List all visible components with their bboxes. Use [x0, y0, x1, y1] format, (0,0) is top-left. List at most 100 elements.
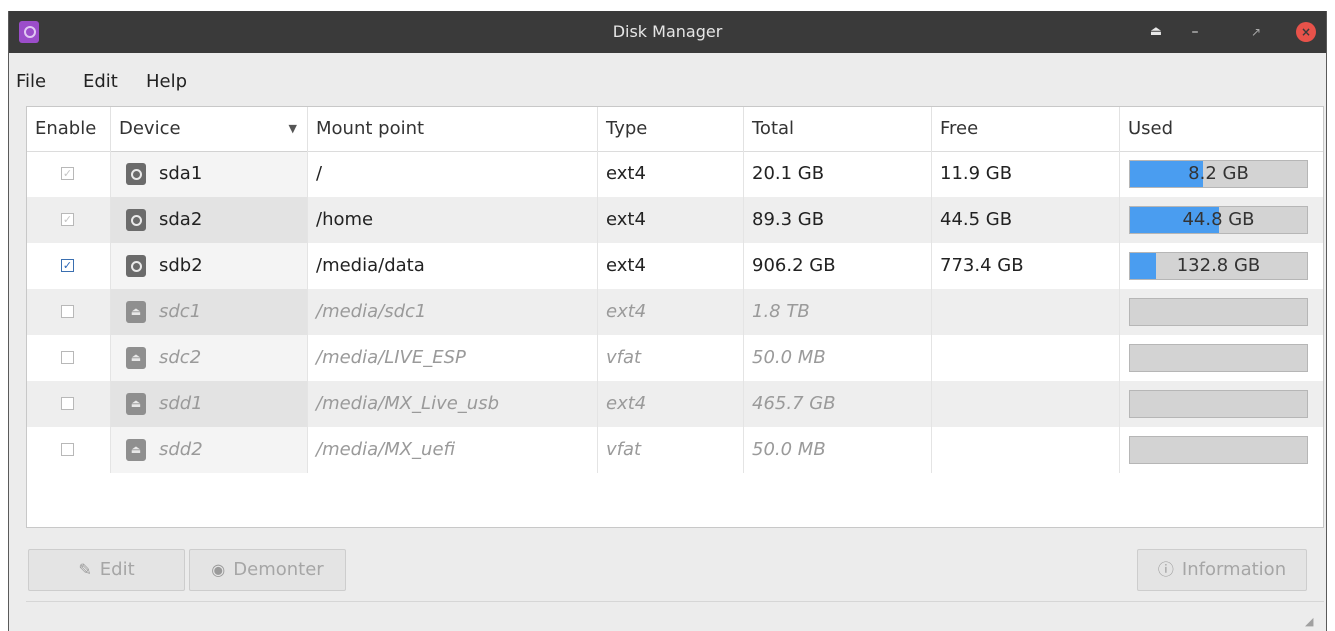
column-header-total[interactable]: Total — [744, 107, 932, 151]
unmount-button-label: Demonter — [233, 559, 324, 580]
type-cell: ext4 — [598, 243, 744, 289]
used-cell: 44.8 GB — [1120, 197, 1323, 243]
free-cell — [932, 427, 1120, 473]
menu-file[interactable]: File — [16, 71, 46, 92]
device-name: sdc1 — [159, 301, 202, 322]
table-row[interactable]: ⏏ sdd2/media/MX_uefi vfat 50.0 MB — [27, 427, 1323, 473]
enable-cell: ✓ — [27, 243, 111, 289]
free-cell: 44.5 GB — [932, 197, 1120, 243]
usage-bar — [1129, 298, 1308, 326]
eject-icon: ⏏ — [126, 393, 146, 415]
column-header-mount-point[interactable]: Mount point — [308, 107, 598, 151]
enable-cell: ✓ — [27, 151, 111, 197]
enable-checkbox[interactable] — [61, 351, 74, 364]
resize-grip-icon[interactable]: ◢ — [1305, 615, 1313, 628]
column-header-device[interactable]: Device ▼ — [111, 107, 308, 151]
menu-edit[interactable]: Edit — [83, 71, 118, 92]
column-header-free[interactable]: Free — [932, 107, 1120, 151]
eject-icon: ⏏ — [126, 301, 146, 323]
device-cell: ⏏ sdd1 — [111, 381, 308, 427]
enable-cell — [27, 381, 111, 427]
mount-point-cell: /media/data — [308, 243, 598, 289]
type-cell: vfat — [598, 335, 744, 381]
used-cell — [1120, 289, 1323, 335]
device-name: sda1 — [159, 163, 203, 184]
unmount-icon: ◉ — [211, 560, 226, 579]
menu-bar: File Edit Help — [9, 53, 1326, 105]
total-cell: 89.3 GB — [744, 197, 932, 243]
eject-icon: ⏏ — [126, 439, 146, 461]
window-title: Disk Manager — [612, 22, 723, 41]
disk-manager-window: Disk Manager ⏏ – ↗ × File Edit Help Enab… — [8, 11, 1327, 631]
maximize-button[interactable]: ↗ — [1246, 22, 1266, 42]
free-cell: 11.9 GB — [932, 151, 1120, 197]
table-row[interactable]: ⏏ sdc2/media/LIVE_ESP vfat 50.0 MB — [27, 335, 1323, 381]
device-cell: sda2 — [111, 197, 308, 243]
enable-checkbox[interactable] — [61, 443, 74, 456]
mount-point-cell: /home — [308, 197, 598, 243]
used-cell — [1120, 427, 1323, 473]
type-cell: ext4 — [598, 289, 744, 335]
used-cell: 132.8 GB — [1120, 243, 1323, 289]
free-cell — [932, 381, 1120, 427]
unmount-button[interactable]: ◉ Demonter — [189, 549, 346, 591]
eject-icon[interactable]: ⏏ — [1146, 22, 1166, 42]
type-cell: ext4 — [598, 197, 744, 243]
mount-point-cell: /media/sdc1 — [308, 289, 598, 335]
used-cell — [1120, 381, 1323, 427]
column-header-enable[interactable]: Enable — [27, 107, 111, 151]
table-row[interactable]: ⏏ sdd1/media/MX_Live_usb ext4 465.7 GB — [27, 381, 1323, 427]
mount-point-cell: /media/MX_uefi — [308, 427, 598, 473]
total-cell: 20.1 GB — [744, 151, 932, 197]
column-header-type[interactable]: Type — [598, 107, 744, 151]
enable-checkbox[interactable]: ✓ — [61, 259, 74, 272]
usage-bar: 8.2 GB — [1129, 160, 1308, 188]
table-row[interactable]: ⏏ sdc1/media/sdc1 ext4 1.8 TB — [27, 289, 1323, 335]
enable-checkbox[interactable]: ✓ — [61, 213, 74, 226]
menu-help[interactable]: Help — [146, 71, 187, 92]
enable-checkbox[interactable] — [61, 305, 74, 318]
free-cell — [932, 289, 1120, 335]
device-name: sda2 — [159, 209, 203, 230]
hard-disk-icon — [126, 163, 146, 185]
enable-checkbox[interactable] — [61, 397, 74, 410]
hard-disk-icon — [126, 255, 146, 277]
total-cell: 465.7 GB — [744, 381, 932, 427]
enable-checkbox[interactable]: ✓ — [61, 167, 74, 180]
device-cell: sdb2 — [111, 243, 308, 289]
close-button[interactable]: × — [1296, 22, 1316, 42]
enable-cell — [27, 289, 111, 335]
type-cell: ext4 — [598, 151, 744, 197]
information-button-label: Information — [1181, 559, 1287, 580]
edit-button-label: Edit — [99, 559, 135, 580]
mount-point-cell: / — [308, 151, 598, 197]
usage-bar-label: 8.2 GB — [1188, 163, 1249, 184]
information-button[interactable]: ⓘ Information — [1137, 549, 1307, 591]
device-name: sdd2 — [159, 439, 203, 460]
table-row[interactable]: ✓ sdb2/media/data ext4 906.2 GB 773.4 GB 132.… — [27, 243, 1323, 289]
usage-bar-label: 132.8 GB — [1176, 255, 1261, 276]
device-cell: sda1 — [111, 151, 308, 197]
table-row[interactable]: ✓ sda2/home ext4 89.3 GB 44.5 GB 44.8 GB — [27, 197, 1323, 243]
partition-table: Enable Device ▼ Mount point Type Total F… — [26, 106, 1324, 528]
edit-button[interactable]: ✎ Edit — [28, 549, 185, 591]
device-cell: ⏏ sdd2 — [111, 427, 308, 473]
title-bar[interactable]: Disk Manager ⏏ – ↗ × — [9, 11, 1326, 53]
table-header: Enable Device ▼ Mount point Type Total F… — [27, 107, 1323, 152]
table-row[interactable]: ✓ sda1 /ext4 20.1 GB 11.9 GB 8.2 GB — [27, 151, 1323, 197]
sort-descending-icon: ▼ — [288, 122, 297, 135]
device-name: sdd1 — [159, 393, 203, 414]
info-icon: ⓘ — [1157, 560, 1174, 579]
column-header-used[interactable]: Used — [1120, 107, 1323, 151]
total-cell: 906.2 GB — [744, 243, 932, 289]
device-name: sdc2 — [159, 347, 202, 368]
usage-bar — [1129, 390, 1308, 418]
enable-cell — [27, 427, 111, 473]
type-cell: vfat — [598, 427, 744, 473]
hard-disk-icon — [126, 209, 146, 231]
usage-bar: 132.8 GB — [1129, 252, 1308, 280]
usage-bar — [1129, 344, 1308, 372]
minimize-button[interactable]: – — [1185, 22, 1205, 42]
enable-cell — [27, 335, 111, 381]
eject-icon: ⏏ — [126, 347, 146, 369]
